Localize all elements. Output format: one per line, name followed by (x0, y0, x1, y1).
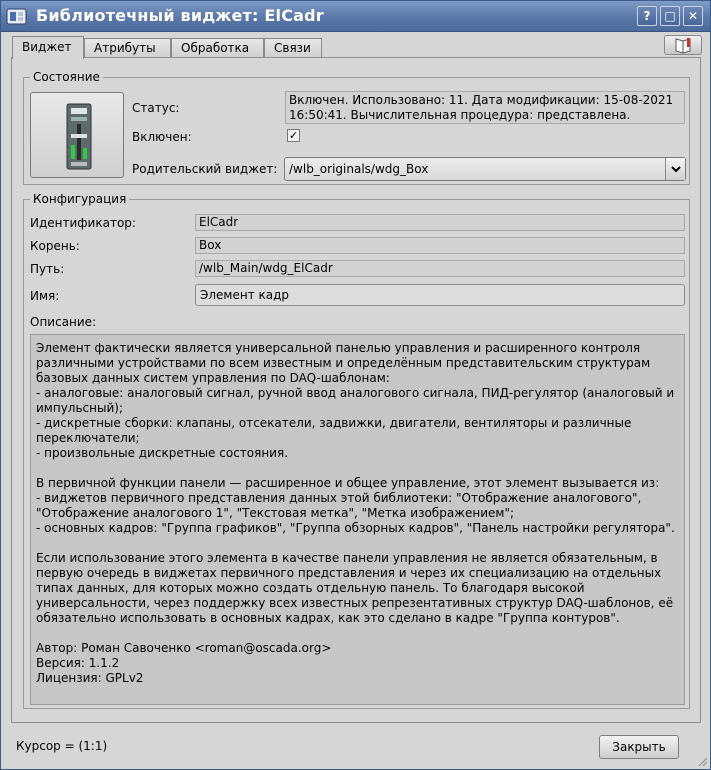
book-icon (675, 38, 691, 54)
close-button[interactable]: Закрыть (599, 735, 679, 759)
title-bar[interactable]: Библиотечный виджет: ElCadr ? □ ✕ (1, 1, 710, 32)
tab-links[interactable]: Связи (264, 38, 322, 58)
widget-preview-icon (66, 103, 92, 170)
maximize-button[interactable]: □ (660, 6, 680, 26)
state-group-title: Состояние (30, 70, 103, 84)
parent-widget-select[interactable]: /wlb_originals/wdg_Box (284, 157, 686, 181)
name-label: Имя: (30, 289, 60, 303)
status-value: Включен. Использовано: 11. Дата модифика… (285, 91, 685, 124)
chevron-down-icon[interactable] (665, 158, 685, 180)
window-title: Библиотечный виджет: ElCadr (36, 6, 324, 25)
root-label: Корень: (30, 239, 80, 253)
app-icon (6, 8, 27, 25)
status-label: Статус: (132, 101, 180, 115)
configuration-group-title: Конфигурация (30, 192, 130, 206)
enabled-checkbox[interactable]: ✓ (287, 129, 300, 142)
description-label: Описание: (30, 315, 97, 329)
tab-processing[interactable]: Обработка (171, 38, 264, 58)
widget-tab-panel: Состояние Статус: Включен. Использовано:… (11, 57, 701, 723)
id-label: Идентификатор: (30, 216, 136, 230)
name-input[interactable]: Элемент кадр (195, 284, 685, 306)
path-field: /wlb_Main/wdg_ElCadr (195, 260, 685, 277)
widget-preview[interactable] (30, 92, 124, 178)
root-field: Box (195, 237, 685, 254)
parent-widget-label: Родительский виджет: (132, 162, 278, 176)
state-group: Состояние Статус: Включен. Использовано:… (23, 70, 690, 185)
id-field: ElCadr (195, 214, 685, 231)
tab-widget[interactable]: Виджет (12, 36, 84, 59)
close-window-button[interactable]: ✕ (683, 6, 703, 26)
enabled-label: Включен: (132, 130, 192, 144)
tab-attributes[interactable]: Атрибуты (84, 38, 171, 58)
path-label: Путь: (30, 262, 65, 276)
configuration-group: Конфигурация Идентификатор: ElCadr Корен… (23, 192, 690, 709)
library-widget-dialog: Библиотечный виджет: ElCadr ? □ ✕ Виджет… (0, 0, 711, 770)
cursor-position: Курсор = (1:1) (16, 739, 108, 753)
book-button[interactable] (664, 35, 702, 55)
parent-widget-value: /wlb_originals/wdg_Box (289, 162, 429, 176)
help-button[interactable]: ? (637, 6, 657, 26)
description-textarea[interactable]: Элемент фактически является универсально… (30, 334, 685, 705)
resize-grip-icon[interactable] (697, 756, 707, 766)
